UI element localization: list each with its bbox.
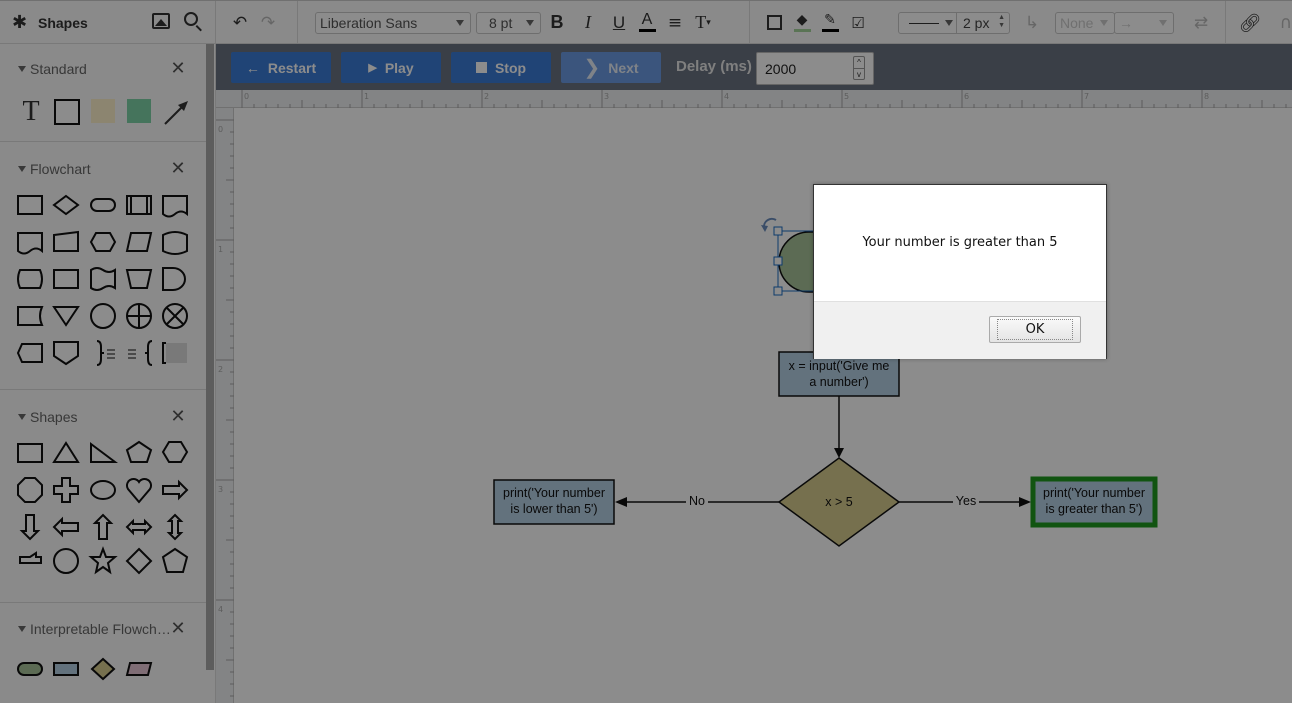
alert-dialog: Your number is greater than 5 OK <box>813 184 1107 359</box>
alert-message: Your number is greater than 5 <box>862 235 1058 250</box>
ok-label: OK <box>996 319 1074 340</box>
ok-button[interactable]: OK <box>989 316 1081 343</box>
alert-footer: OK <box>814 301 1106 359</box>
